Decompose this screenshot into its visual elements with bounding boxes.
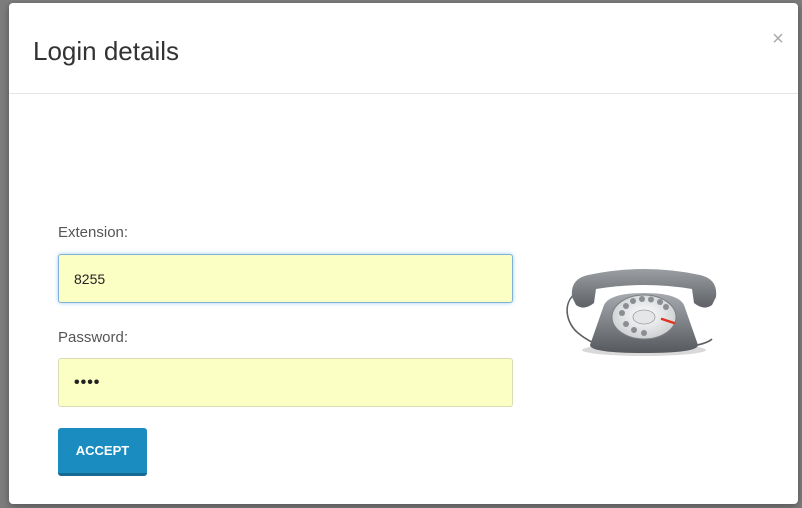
- extension-label: Extension:: [58, 224, 129, 241]
- dialog-header: Login details ×: [9, 3, 798, 94]
- dialog-title: Login details: [33, 36, 179, 66]
- login-dialog: Login details × Extension: Password: ACC…: [9, 3, 798, 504]
- rotary-telephone-icon: [566, 269, 717, 356]
- extension-input[interactable]: [58, 254, 513, 303]
- close-button[interactable]: ×: [768, 27, 788, 51]
- close-icon: ×: [772, 28, 784, 50]
- password-label: Password:: [58, 329, 129, 346]
- accept-button[interactable]: ACCEPT: [58, 428, 147, 476]
- password-input[interactable]: [58, 358, 513, 407]
